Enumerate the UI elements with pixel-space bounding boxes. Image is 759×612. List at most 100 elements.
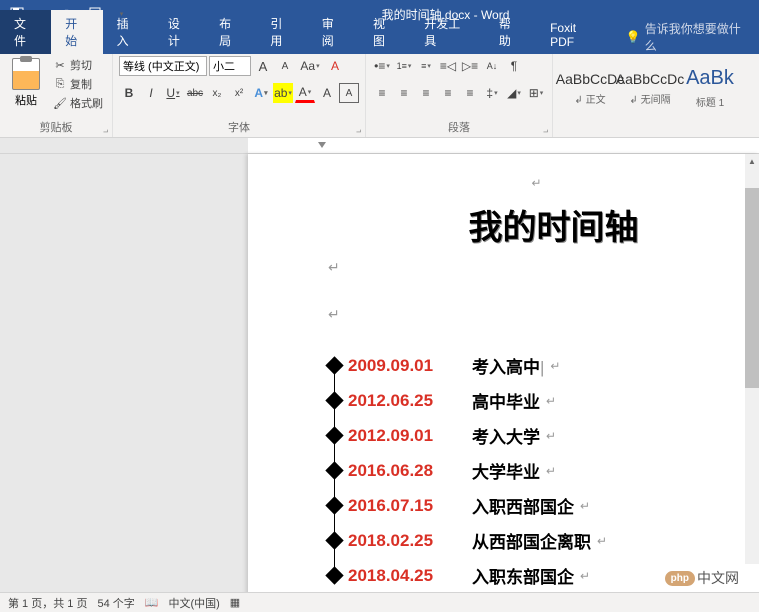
timeline-event: 考入高中| — [472, 353, 544, 378]
timeline-item: 2018.02.25 从西部国企离职 ↵ — [338, 528, 739, 553]
diamond-bullet-icon — [325, 496, 343, 514]
char-border-button[interactable]: A — [339, 83, 359, 103]
bold-button[interactable]: B — [119, 83, 139, 103]
left-margin — [0, 154, 248, 600]
numbering-button[interactable]: 1≡ — [394, 56, 414, 76]
pilcrow-icon: ↵ — [546, 429, 556, 443]
timeline-event: 入职西部国企 — [472, 493, 574, 518]
superscript-button[interactable]: x² — [229, 83, 249, 103]
style-heading1[interactable]: AaBk 标题 1 — [681, 60, 739, 116]
pilcrow-icon: ↵ — [531, 176, 541, 190]
page[interactable]: ↵ 我的时间轴 ↵ ↵ 2009.09.01 考入高中| ↵ 2012.06.2… — [248, 154, 759, 600]
watermark-badge: php — [665, 571, 695, 586]
word-count[interactable]: 54 个字 — [97, 595, 134, 611]
timeline-date: 2009.09.01 — [348, 356, 458, 376]
borders-button[interactable]: ⊞ — [526, 83, 546, 103]
format-painter-button[interactable]: 🖌格式刷 — [50, 94, 106, 112]
font-label: 字体 — [119, 119, 359, 137]
tab-insert[interactable]: 插入 — [103, 10, 154, 54]
copy-button[interactable]: ⎘复制 — [50, 75, 106, 93]
align-right-button[interactable]: ≡ — [416, 83, 436, 103]
timeline-event: 从西部国企离职 — [472, 528, 591, 553]
align-left-button[interactable]: ≡ — [372, 83, 392, 103]
paragraph-label: 段落 — [372, 119, 546, 137]
bullets-button[interactable]: •≡ — [372, 56, 392, 76]
subscript-button[interactable]: x₂ — [207, 83, 227, 103]
pilcrow-icon: ↵ — [580, 499, 590, 513]
tab-view[interactable]: 视图 — [359, 10, 410, 54]
italic-button[interactable]: I — [141, 83, 161, 103]
tab-foxit[interactable]: Foxit PDF — [536, 16, 616, 54]
page-indicator[interactable]: 第 1 页，共 1 页 — [8, 595, 87, 611]
document-area: ↵ 我的时间轴 ↵ ↵ 2009.09.01 考入高中| ↵ 2012.06.2… — [0, 154, 759, 600]
timeline-date: 2018.02.25 — [348, 531, 458, 551]
shading-button[interactable]: ◢ — [504, 83, 524, 103]
document-title: 我的时间轴 — [368, 200, 739, 249]
spell-check-icon[interactable]: 📖 — [145, 596, 159, 609]
timeline-item: 2016.07.15 入职西部国企 ↵ — [338, 493, 739, 518]
align-center-button[interactable]: ≡ — [394, 83, 414, 103]
sort-button[interactable]: A↓ — [482, 56, 502, 76]
tab-design[interactable]: 设计 — [154, 10, 205, 54]
timeline-list: 2009.09.01 考入高中| ↵ 2012.06.25 高中毕业 ↵ 201… — [328, 353, 739, 588]
justify-button[interactable]: ≡ — [438, 83, 458, 103]
grow-font-button[interactable]: A — [253, 56, 273, 76]
vertical-scrollbar[interactable]: ▲ — [745, 154, 759, 564]
distribute-button[interactable]: ≡ — [460, 83, 480, 103]
diamond-bullet-icon — [325, 426, 343, 444]
clear-format-button[interactable]: A — [325, 56, 345, 76]
timeline-date: 2018.04.25 — [348, 566, 458, 586]
timeline-item: 2016.06.28 大学毕业 ↵ — [338, 458, 739, 483]
copy-icon: ⎘ — [53, 77, 67, 91]
phonetic-button[interactable]: A — [317, 83, 337, 103]
ribbon-tabs: 文件 开始 插入 设计 布局 引用 审阅 视图 开发工具 帮助 Foxit PD… — [0, 28, 759, 54]
timeline-date: 2016.07.15 — [348, 496, 458, 516]
horizontal-ruler[interactable] — [0, 138, 759, 154]
watermark-text: 中文网 — [697, 568, 739, 588]
indent-button[interactable]: ▷≡ — [460, 56, 480, 76]
highlight-button[interactable]: ab — [273, 83, 293, 103]
paste-icon — [12, 58, 40, 90]
pilcrow-icon: ↵ — [546, 464, 556, 478]
scissors-icon: ✂ — [53, 58, 67, 72]
language-indicator[interactable]: 中文(中国) — [168, 595, 219, 611]
tab-developer[interactable]: 开发工具 — [410, 10, 485, 54]
show-marks-button[interactable]: ¶ — [504, 56, 524, 76]
style-normal[interactable]: AaBbCcDc ↲ 正文 — [561, 60, 619, 116]
line-spacing-button[interactable]: ‡ — [482, 83, 502, 103]
font-name-select[interactable] — [119, 56, 207, 76]
tab-home[interactable]: 开始 — [51, 10, 102, 54]
shrink-font-button[interactable]: A — [275, 56, 295, 76]
macro-icon[interactable]: ▦ — [230, 596, 240, 609]
font-color-button[interactable]: A — [295, 83, 315, 103]
underline-button[interactable]: U — [163, 83, 183, 103]
timeline-item: 2009.09.01 考入高中| ↵ — [338, 353, 739, 378]
tab-help[interactable]: 帮助 — [485, 10, 536, 54]
scroll-thumb[interactable] — [745, 188, 759, 388]
paragraph-group: •≡ 1≡ ≡ ≡◁ ▷≡ A↓ ¶ ≡ ≡ ≡ ≡ ≡ ‡ ◢ ⊞ 段落 — [366, 54, 553, 137]
diamond-bullet-icon — [325, 356, 343, 374]
tab-layout[interactable]: 布局 — [205, 10, 256, 54]
dedent-button[interactable]: ≡◁ — [438, 56, 458, 76]
pilcrow-icon: ↵ — [597, 534, 607, 548]
pilcrow-icon: ↵ — [328, 306, 739, 323]
ribbon: 粘贴 ✂剪切 ⎘复制 🖌格式刷 剪贴板 A A Aa A B I U — [0, 54, 759, 138]
timeline-item: 2012.09.01 考入大学 ↵ — [338, 423, 739, 448]
tell-me-search[interactable]: 💡 告诉我你想要做什么 — [616, 20, 759, 54]
clipboard-label: 剪贴板 — [6, 119, 106, 137]
tab-review[interactable]: 审阅 — [308, 10, 359, 54]
strike-button[interactable]: abc — [185, 83, 205, 103]
paste-button[interactable]: 粘贴 — [6, 56, 46, 110]
style-nospace[interactable]: AaBbCcDc ↲ 无间隔 — [621, 60, 679, 116]
diamond-bullet-icon — [325, 461, 343, 479]
tab-references[interactable]: 引用 — [256, 10, 307, 54]
scroll-up-button[interactable]: ▲ — [745, 154, 759, 168]
change-case-button[interactable]: Aa — [297, 56, 323, 76]
text-effects-button[interactable]: A — [251, 83, 271, 103]
tab-file[interactable]: 文件 — [0, 10, 51, 54]
font-size-select[interactable] — [209, 56, 251, 76]
multilevel-button[interactable]: ≡ — [416, 56, 436, 76]
styles-group: AaBbCcDc ↲ 正文 AaBbCcDc ↲ 无间隔 AaBk 标题 1 — [553, 54, 759, 137]
clipboard-group: 粘贴 ✂剪切 ⎘复制 🖌格式刷 剪贴板 — [0, 54, 113, 137]
cut-button[interactable]: ✂剪切 — [50, 56, 106, 74]
